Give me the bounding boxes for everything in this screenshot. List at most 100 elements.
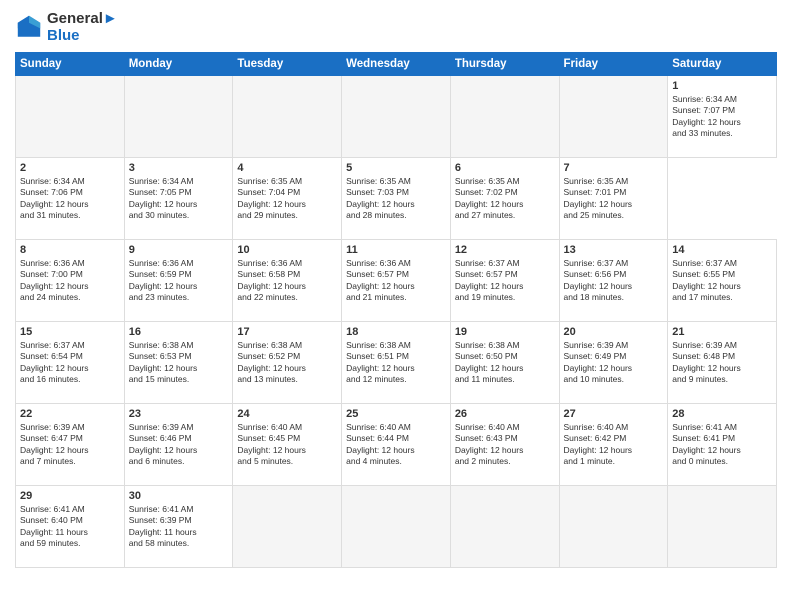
calendar-cell: 17 Sunrise: 6:38 AMSunset: 6:52 PMDayligh… — [233, 322, 342, 404]
day-number: 2 — [20, 162, 120, 174]
calendar-cell — [559, 486, 668, 568]
cell-info: Sunrise: 6:35 AMSunset: 7:01 PMDaylight:… — [564, 176, 664, 222]
calendar-cell — [559, 76, 668, 158]
day-number: 19 — [455, 326, 555, 338]
calendar-cell: 21 Sunrise: 6:39 AMSunset: 6:48 PMDayligh… — [668, 322, 777, 404]
logo-icon — [15, 13, 43, 41]
day-number: 29 — [20, 490, 120, 502]
day-header-thursday: Thursday — [450, 53, 559, 76]
week-row-6: 29 Sunrise: 6:41 AMSunset: 6:40 PMDayligh… — [16, 486, 777, 568]
day-number: 23 — [129, 408, 229, 420]
logo-text: General► Blue — [47, 10, 118, 44]
calendar-cell — [668, 486, 777, 568]
cell-info: Sunrise: 6:39 AMSunset: 6:46 PMDaylight:… — [129, 422, 229, 468]
day-header-sunday: Sunday — [16, 53, 125, 76]
day-header-saturday: Saturday — [668, 53, 777, 76]
day-number: 25 — [346, 408, 446, 420]
cell-info: Sunrise: 6:36 AMSunset: 6:59 PMDaylight:… — [129, 258, 229, 304]
calendar-cell: 23 Sunrise: 6:39 AMSunset: 6:46 PMDayligh… — [124, 404, 233, 486]
day-number: 5 — [346, 162, 446, 174]
day-number: 6 — [455, 162, 555, 174]
calendar-cell: 6 Sunrise: 6:35 AMSunset: 7:02 PMDaylight… — [450, 158, 559, 240]
cell-info: Sunrise: 6:39 AMSunset: 6:48 PMDaylight:… — [672, 340, 772, 386]
calendar-cell: 10 Sunrise: 6:36 AMSunset: 6:58 PMDayligh… — [233, 240, 342, 322]
calendar-cell — [233, 486, 342, 568]
day-number: 10 — [237, 244, 337, 256]
cell-info: Sunrise: 6:41 AMSunset: 6:39 PMDaylight:… — [129, 504, 229, 550]
week-row-4: 15 Sunrise: 6:37 AMSunset: 6:54 PMDayligh… — [16, 322, 777, 404]
cell-info: Sunrise: 6:40 AMSunset: 6:44 PMDaylight:… — [346, 422, 446, 468]
calendar-cell: 16 Sunrise: 6:38 AMSunset: 6:53 PMDayligh… — [124, 322, 233, 404]
calendar-cell: 12 Sunrise: 6:37 AMSunset: 6:57 PMDayligh… — [450, 240, 559, 322]
cell-info: Sunrise: 6:35 AMSunset: 7:03 PMDaylight:… — [346, 176, 446, 222]
cell-info: Sunrise: 6:38 AMSunset: 6:53 PMDaylight:… — [129, 340, 229, 386]
cell-info: Sunrise: 6:40 AMSunset: 6:45 PMDaylight:… — [237, 422, 337, 468]
calendar-cell: 7 Sunrise: 6:35 AMSunset: 7:01 PMDaylight… — [559, 158, 668, 240]
cell-info: Sunrise: 6:35 AMSunset: 7:02 PMDaylight:… — [455, 176, 555, 222]
day-number: 26 — [455, 408, 555, 420]
day-number: 22 — [20, 408, 120, 420]
calendar-cell: 29 Sunrise: 6:41 AMSunset: 6:40 PMDayligh… — [16, 486, 125, 568]
calendar-cell: 26 Sunrise: 6:40 AMSunset: 6:43 PMDayligh… — [450, 404, 559, 486]
calendar-cell: 8 Sunrise: 6:36 AMSunset: 7:00 PMDaylight… — [16, 240, 125, 322]
cell-info: Sunrise: 6:36 AMSunset: 6:58 PMDaylight:… — [237, 258, 337, 304]
day-number: 12 — [455, 244, 555, 256]
calendar-cell: 27 Sunrise: 6:40 AMSunset: 6:42 PMDayligh… — [559, 404, 668, 486]
calendar-cell: 3 Sunrise: 6:34 AMSunset: 7:05 PMDaylight… — [124, 158, 233, 240]
calendar-cell: 20Sunrise: 6:39 AMSunset: 6:49 PMDayligh… — [559, 322, 668, 404]
calendar-cell: 5 Sunrise: 6:35 AMSunset: 7:03 PMDaylight… — [342, 158, 451, 240]
cell-info: Sunrise: 6:39 AMSunset: 6:49 PMDaylight:… — [564, 340, 664, 386]
day-number: 9 — [129, 244, 229, 256]
calendar-cell — [450, 486, 559, 568]
day-number: 15 — [20, 326, 120, 338]
week-row-2: 2 Sunrise: 6:34 AMSunset: 7:06 PMDaylight… — [16, 158, 777, 240]
week-row-1: 1 Sunrise: 6:34 AMSunset: 7:07 PMDaylight… — [16, 76, 777, 158]
calendar-table: SundayMondayTuesdayWednesdayThursdayFrid… — [15, 52, 777, 568]
cell-info: Sunrise: 6:36 AMSunset: 7:00 PMDaylight:… — [20, 258, 120, 304]
day-number: 27 — [564, 408, 664, 420]
logo: General► Blue — [15, 10, 118, 44]
day-number: 3 — [129, 162, 229, 174]
calendar-cell — [450, 76, 559, 158]
cell-info: Sunrise: 6:37 AMSunset: 6:54 PMDaylight:… — [20, 340, 120, 386]
day-header-tuesday: Tuesday — [233, 53, 342, 76]
calendar-body: 1 Sunrise: 6:34 AMSunset: 7:07 PMDaylight… — [16, 76, 777, 568]
calendar-cell — [16, 76, 125, 158]
calendar-cell: 15 Sunrise: 6:37 AMSunset: 6:54 PMDayligh… — [16, 322, 125, 404]
calendar-cell: 22 Sunrise: 6:39 AMSunset: 6:47 PMDayligh… — [16, 404, 125, 486]
calendar-cell: 28Sunrise: 6:41 AMSunset: 6:41 PMDayligh… — [668, 404, 777, 486]
day-number: 7 — [564, 162, 664, 174]
cell-info: Sunrise: 6:34 AMSunset: 7:05 PMDaylight:… — [129, 176, 229, 222]
day-number: 4 — [237, 162, 337, 174]
cell-info: Sunrise: 6:37 AMSunset: 6:55 PMDaylight:… — [672, 258, 772, 304]
header: General► Blue — [15, 10, 777, 44]
calendar-cell: 11 Sunrise: 6:36 AMSunset: 6:57 PMDayligh… — [342, 240, 451, 322]
cell-info: Sunrise: 6:38 AMSunset: 6:50 PMDaylight:… — [455, 340, 555, 386]
cell-info: Sunrise: 6:38 AMSunset: 6:51 PMDaylight:… — [346, 340, 446, 386]
cell-info: Sunrise: 6:34 AMSunset: 7:06 PMDaylight:… — [20, 176, 120, 222]
cell-info: Sunrise: 6:39 AMSunset: 6:47 PMDaylight:… — [20, 422, 120, 468]
day-number: 11 — [346, 244, 446, 256]
day-number: 14 — [672, 244, 772, 256]
calendar-cell — [342, 486, 451, 568]
week-row-3: 8 Sunrise: 6:36 AMSunset: 7:00 PMDaylight… — [16, 240, 777, 322]
calendar-cell: 13Sunrise: 6:37 AMSunset: 6:56 PMDayligh… — [559, 240, 668, 322]
calendar-cell — [233, 76, 342, 158]
day-number: 17 — [237, 326, 337, 338]
cell-info: Sunrise: 6:41 AMSunset: 6:40 PMDaylight:… — [20, 504, 120, 550]
day-number: 8 — [20, 244, 120, 256]
day-header-friday: Friday — [559, 53, 668, 76]
cell-info: Sunrise: 6:41 AMSunset: 6:41 PMDaylight:… — [672, 422, 772, 468]
calendar-cell: 18Sunrise: 6:38 AMSunset: 6:51 PMDayligh… — [342, 322, 451, 404]
cell-info: Sunrise: 6:40 AMSunset: 6:42 PMDaylight:… — [564, 422, 664, 468]
cell-info: Sunrise: 6:36 AMSunset: 6:57 PMDaylight:… — [346, 258, 446, 304]
cell-info: Sunrise: 6:40 AMSunset: 6:43 PMDaylight:… — [455, 422, 555, 468]
calendar-cell: 9 Sunrise: 6:36 AMSunset: 6:59 PMDaylight… — [124, 240, 233, 322]
day-number: 1 — [672, 80, 772, 92]
day-number: 16 — [129, 326, 229, 338]
calendar-cell: 2 Sunrise: 6:34 AMSunset: 7:06 PMDaylight… — [16, 158, 125, 240]
day-number: 21 — [672, 326, 772, 338]
cell-info: Sunrise: 6:38 AMSunset: 6:52 PMDaylight:… — [237, 340, 337, 386]
cell-info: Sunrise: 6:34 AMSunset: 7:07 PMDaylight:… — [672, 94, 772, 140]
cell-info: Sunrise: 6:37 AMSunset: 6:57 PMDaylight:… — [455, 258, 555, 304]
